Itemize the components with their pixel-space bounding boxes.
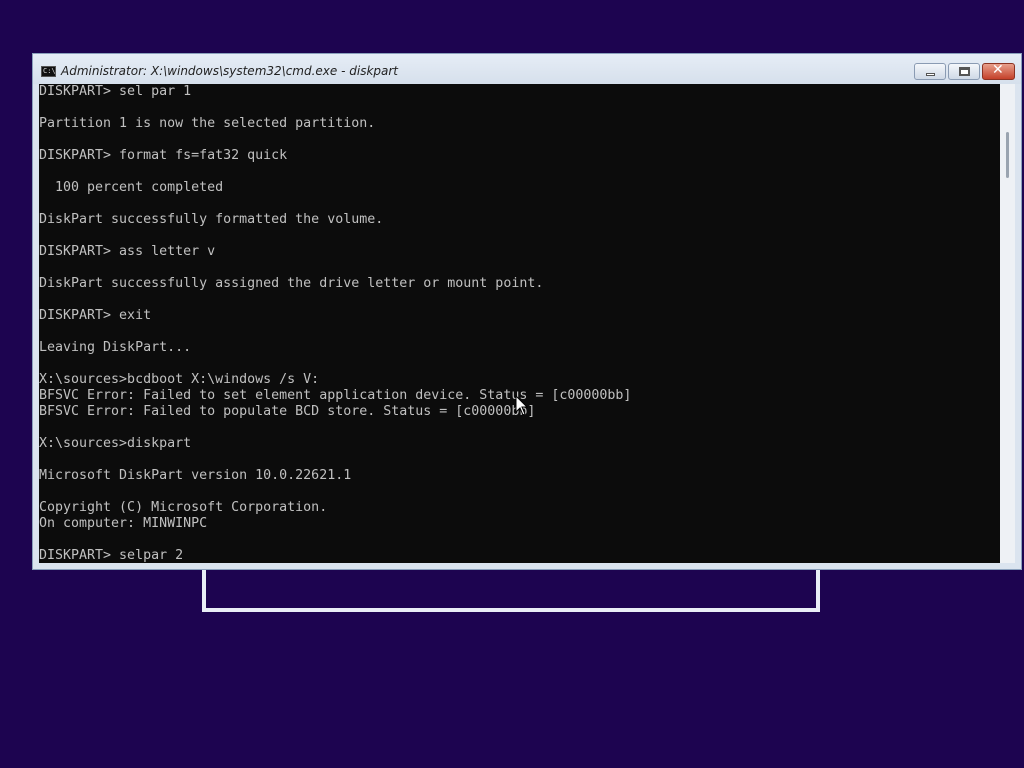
console-line: Microsoft DiskPart version 10.0.22621.1	[39, 468, 352, 483]
title-bar[interactable]: C:\ Administrator: X:\windows\system32\c…	[33, 54, 1021, 84]
console-line: DISKPART> exit	[39, 308, 152, 323]
maximize-icon	[959, 67, 970, 76]
window-title: Administrator: X:\windows\system32\cmd.e…	[61, 64, 399, 78]
console-line: DISKPART> selpar 2	[39, 548, 184, 563]
close-button[interactable]: ✕	[982, 62, 1015, 80]
mouse-cursor-icon	[515, 395, 529, 416]
cmd-window[interactable]: C:\ Administrator: X:\windows\system32\c…	[32, 53, 1022, 570]
console-line: DiskPart successfully formatted the volu…	[39, 212, 384, 227]
console-text: DISKPART> sel par 1 Partition 1 is now t…	[39, 84, 1000, 563]
minimize-icon	[926, 73, 935, 76]
background-setup-window	[202, 566, 820, 612]
maximize-button[interactable]	[948, 63, 980, 80]
console-line: Leaving DiskPart...	[39, 340, 192, 355]
console-line: Partition 1 is now the selected partitio…	[39, 116, 376, 131]
scrollbar-thumb[interactable]	[1006, 132, 1009, 178]
close-icon: ✕	[992, 62, 1004, 78]
console-output[interactable]: DISKPART> sel par 1 Partition 1 is now t…	[39, 84, 1000, 563]
console-line: X:\sources>bcdboot X:\windows /s V:	[39, 372, 320, 387]
console-app-icon-glyph: C:\	[43, 67, 56, 75]
console-line: DISKPART> ass letter v	[39, 244, 216, 259]
vertical-scrollbar[interactable]	[1000, 84, 1015, 563]
console-app-icon[interactable]: C:\	[41, 66, 56, 77]
console-line: Copyright (C) Microsoft Corporation.	[39, 500, 328, 515]
console-line: On computer: MINWINPC	[39, 516, 208, 531]
console-line: DiskPart successfully assigned the drive…	[39, 276, 544, 291]
console-line: X:\sources>diskpart	[39, 436, 192, 451]
console-line: DISKPART> format fs=fat32 quick	[39, 148, 288, 163]
console-line: 100 percent completed	[39, 180, 224, 195]
minimize-button[interactable]	[914, 63, 946, 80]
console-line: DISKPART> sel par 1	[39, 84, 192, 99]
